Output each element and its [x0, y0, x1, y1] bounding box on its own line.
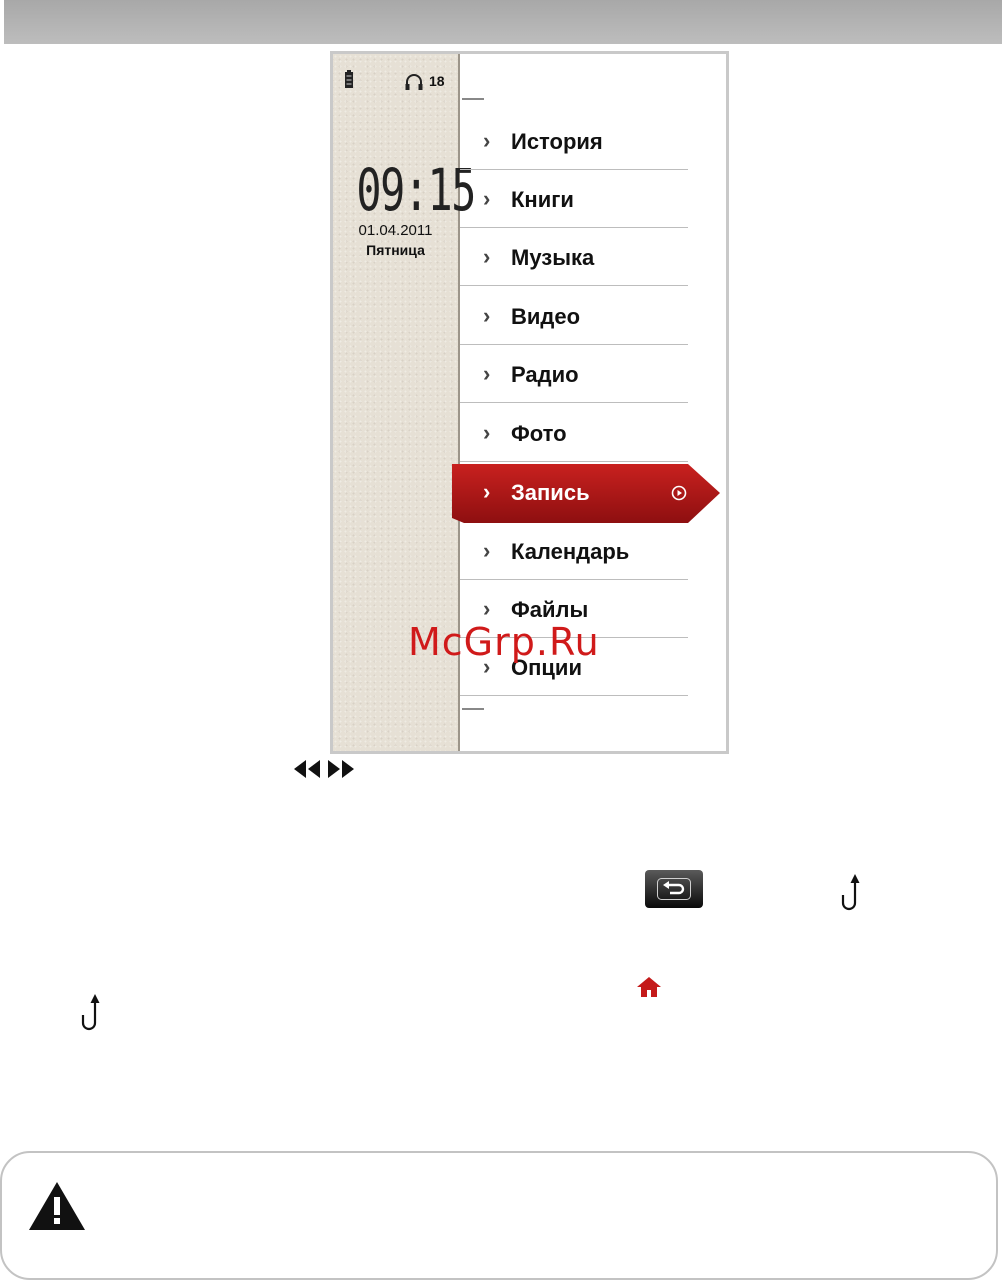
menu-item-radio[interactable]: › Радио	[460, 346, 688, 403]
volume-level: 18	[429, 73, 445, 89]
menu-item-history[interactable]: › История	[460, 113, 688, 170]
clock-date: 01.04.2011	[358, 222, 433, 239]
menu-item-label: История	[511, 129, 603, 154]
menu-item-video[interactable]: › Видео	[460, 288, 688, 345]
chevron-right-icon: ›	[483, 186, 491, 211]
warning-box	[0, 1151, 998, 1280]
chevron-right-icon: ›	[483, 303, 491, 328]
chevron-right-icon: ›	[483, 479, 491, 504]
menu-item-books[interactable]: › Книги	[460, 171, 688, 228]
menu-item-photo[interactable]: › Фото	[460, 405, 688, 462]
chevron-right-icon: ›	[483, 244, 491, 269]
watermark: McGrp.Ru	[408, 620, 600, 664]
return-arrow-icon	[841, 874, 860, 911]
chevron-right-icon: ›	[483, 361, 491, 386]
headphone-icon	[405, 74, 423, 90]
home-icon	[637, 977, 661, 997]
chevron-right-icon: ›	[483, 420, 491, 445]
menu-item-calendar[interactable]: › Календарь	[460, 523, 688, 580]
battery-icon	[345, 70, 353, 88]
menu-item-label: Фото	[511, 421, 567, 446]
warning-icon	[29, 1182, 85, 1230]
chevron-right-icon: ›	[483, 596, 491, 621]
menu-item-music[interactable]: › Музыка	[460, 229, 688, 286]
menu-item-label: Радио	[511, 362, 579, 387]
menu-item-label: Видео	[511, 304, 581, 329]
scroll-bottom-marker	[462, 708, 484, 710]
rewind-forward-icon	[294, 760, 354, 778]
header-band	[4, 0, 1002, 44]
chevron-right-icon: ›	[483, 128, 491, 153]
menu-item-label: Календарь	[511, 539, 630, 564]
menu-item-label: Музыка	[511, 245, 595, 270]
menu-item-label: Запись	[511, 480, 590, 505]
clock-weekday: Пятница	[366, 242, 425, 258]
menu-item-record[interactable]: › Запись	[452, 464, 720, 523]
play-circle-icon	[671, 485, 687, 501]
back-button-icon	[645, 870, 703, 908]
return-arrow-icon	[81, 994, 100, 1031]
clock-time: 09:15	[356, 156, 476, 224]
menu-item-label: Книги	[511, 187, 574, 212]
scroll-top-marker	[462, 98, 484, 100]
chevron-right-icon: ›	[483, 538, 491, 563]
